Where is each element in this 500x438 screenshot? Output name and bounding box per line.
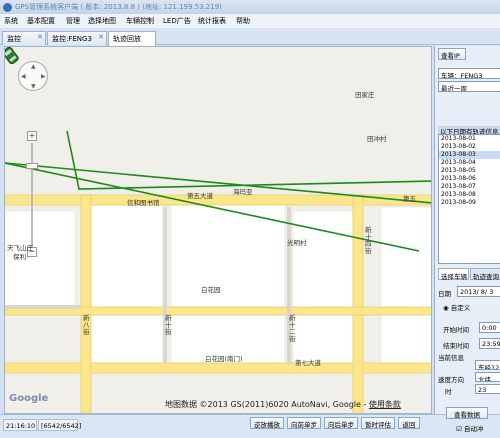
- start-time-field[interactable]: 0:00: [479, 322, 500, 333]
- tab-monitor-label: 监控: [7, 35, 21, 43]
- auto-checkbox[interactable]: ☑ 自动冲: [456, 423, 483, 433]
- map-label: 新十二街: [289, 314, 296, 343]
- map-label: 田冲村: [367, 135, 387, 143]
- list-item[interactable]: 2013-08-07: [439, 183, 500, 191]
- step-forward-button[interactable]: 向前单步: [287, 417, 321, 429]
- map-label: 新十四街: [365, 226, 372, 255]
- menu-item-select-map[interactable]: 选择地图: [88, 16, 116, 26]
- map-label: 第七大道: [295, 359, 321, 367]
- pan-control-icon[interactable]: ▲ ▼ ◀ ▶: [18, 61, 48, 91]
- terms-link[interactable]: 使用条款: [369, 400, 401, 409]
- app-icon: [3, 3, 12, 12]
- map-label: 第五大道: [187, 192, 213, 200]
- pause-evaluate-button[interactable]: 暂时评估: [361, 417, 395, 429]
- info-header: 当前信息: [438, 354, 464, 362]
- status-progress: [6542/6542]: [38, 419, 81, 431]
- zoom-slider-handle[interactable]: [26, 163, 38, 169]
- reverse-play-button[interactable]: 逆放播放: [250, 417, 284, 429]
- right-panel: 查看IP 车辆：FENG3 最近一周 以下日期有轨迹信息 2013-08-01 …: [434, 46, 500, 414]
- list-item[interactable]: 2013-08-04: [439, 159, 500, 167]
- list-item[interactable]: 2013-08-06: [439, 175, 500, 183]
- map-label: 白花园: [201, 286, 221, 294]
- start-time-label: 开始时间: [443, 326, 469, 334]
- end-time-label: 结束时间: [443, 342, 469, 350]
- app-window: GPS管理系统客户端 ( 版本: 2013.8.8 ) (地址: 121.199…: [0, 0, 500, 438]
- list-item[interactable]: 2013-08-02: [439, 143, 500, 151]
- date-field[interactable]: 2013/ 8/ 3: [457, 286, 500, 297]
- menu-item-manage[interactable]: 管理: [66, 16, 80, 26]
- tab-monitor-feng3[interactable]: 监控:FENG3 ✕: [47, 31, 107, 45]
- map-view[interactable]: ▲ ▼ ◀ ▶ + − 田家庄 田冲村 第五大道 海玛亚 第五 信和图书馆 光明…: [4, 46, 432, 414]
- longitude-field: 东经12: [475, 360, 500, 370]
- map-label: 白花园(南门): [205, 355, 243, 363]
- auto-checkbox-label: 自动冲: [463, 425, 484, 433]
- list-item-selected[interactable]: 2013-08-03: [439, 151, 500, 159]
- time-field: 23: [475, 384, 500, 394]
- back-button[interactable]: 返回: [398, 417, 420, 429]
- custom-radio[interactable]: ◉ 自定义: [443, 302, 470, 312]
- menu-item-system[interactable]: 系统: [4, 16, 18, 26]
- map-attribution: 地图数据 ©2013 GS(2011)6020 AutoNavi, Google…: [165, 399, 401, 410]
- tab-track-query[interactable]: 轨迹查询: [470, 268, 500, 281]
- window-title: GPS管理系统客户端 ( 版本: 2013.8.8 ) (地址: 121.199…: [15, 3, 222, 11]
- map-label: 田家庄: [355, 91, 375, 99]
- map-label: 光明村: [287, 239, 307, 247]
- title-bar: GPS管理系统客户端 ( 版本: 2013.8.8 ) (地址: 121.199…: [0, 0, 500, 14]
- map-label: 保利: [13, 253, 26, 261]
- custom-radio-label: 自定义: [450, 304, 471, 312]
- google-logo: Google: [9, 393, 49, 404]
- map-label: 海玛亚: [233, 188, 253, 196]
- list-item[interactable]: 2013-08-05: [439, 167, 500, 175]
- tab-bar: 监控 ✕ 监控:FENG3 ✕ 轨迹回放: [0, 28, 500, 46]
- tab-monitor[interactable]: 监控 ✕: [2, 31, 46, 45]
- map-label: 新十街: [165, 314, 172, 336]
- query-ip-button[interactable]: 查看IP: [438, 48, 466, 60]
- list-item[interactable]: 2013-08-09: [439, 199, 500, 207]
- menu-item-help[interactable]: 帮助: [236, 16, 250, 26]
- speed-direction-label: 速度方向: [438, 376, 464, 384]
- latitude-field: 北纬: [475, 372, 500, 382]
- period-select[interactable]: 最近一周: [438, 81, 500, 92]
- tab-track-playback[interactable]: 轨迹回放: [108, 31, 156, 46]
- view-data-button[interactable]: 查看数据: [446, 407, 488, 419]
- menu-item-basic-config[interactable]: 基本配置: [27, 16, 55, 26]
- tab-monitor-feng3-label: 监控:FENG3: [52, 35, 92, 43]
- tab-select-vehicle[interactable]: 选择车辆: [438, 268, 469, 281]
- menu-bar: 系统 基本配置 管理 选择地图 车辆控制 LED广告 统计报表 帮助: [0, 14, 500, 28]
- close-icon[interactable]: ✕: [98, 33, 104, 41]
- map-label: 第五: [403, 195, 416, 203]
- date-list[interactable]: 2013-08-01 2013-08-02 2013-08-03 2013-08…: [438, 134, 500, 264]
- status-time: 21:16:10: [3, 419, 37, 431]
- zoom-in-button[interactable]: +: [27, 131, 37, 141]
- tab-track-playback-label: 轨迹回放: [113, 35, 141, 43]
- map-label: 信和图书馆: [127, 199, 160, 207]
- status-bar: 21:16:10 [6542/6542] 逆放播放 向前单步 向后单步 暂时评估…: [0, 407, 500, 438]
- menu-item-reports[interactable]: 统计报表: [198, 16, 226, 26]
- close-icon[interactable]: ✕: [37, 33, 43, 41]
- list-item[interactable]: 2013-08-08: [439, 191, 500, 199]
- attribution-text: 地图数据 ©2013 GS(2011)6020 AutoNavi, Google…: [165, 400, 367, 409]
- zoom-slider-track[interactable]: [31, 143, 33, 253]
- menu-item-vehicle-control[interactable]: 车辆控制: [126, 16, 154, 26]
- right-sub-tabs: 选择车辆 轨迹查询: [438, 268, 500, 281]
- end-time-field[interactable]: 23:59: [479, 338, 500, 349]
- list-item[interactable]: 2013-08-01: [439, 135, 500, 143]
- date-label: 日期: [438, 290, 451, 298]
- vehicle-field: 车辆：FENG3: [438, 68, 500, 79]
- step-backward-button[interactable]: 向后单步: [324, 417, 358, 429]
- menu-item-led-ad[interactable]: LED广告: [163, 16, 191, 26]
- time-label: 时: [445, 388, 452, 396]
- map-label: 新八街: [83, 314, 90, 336]
